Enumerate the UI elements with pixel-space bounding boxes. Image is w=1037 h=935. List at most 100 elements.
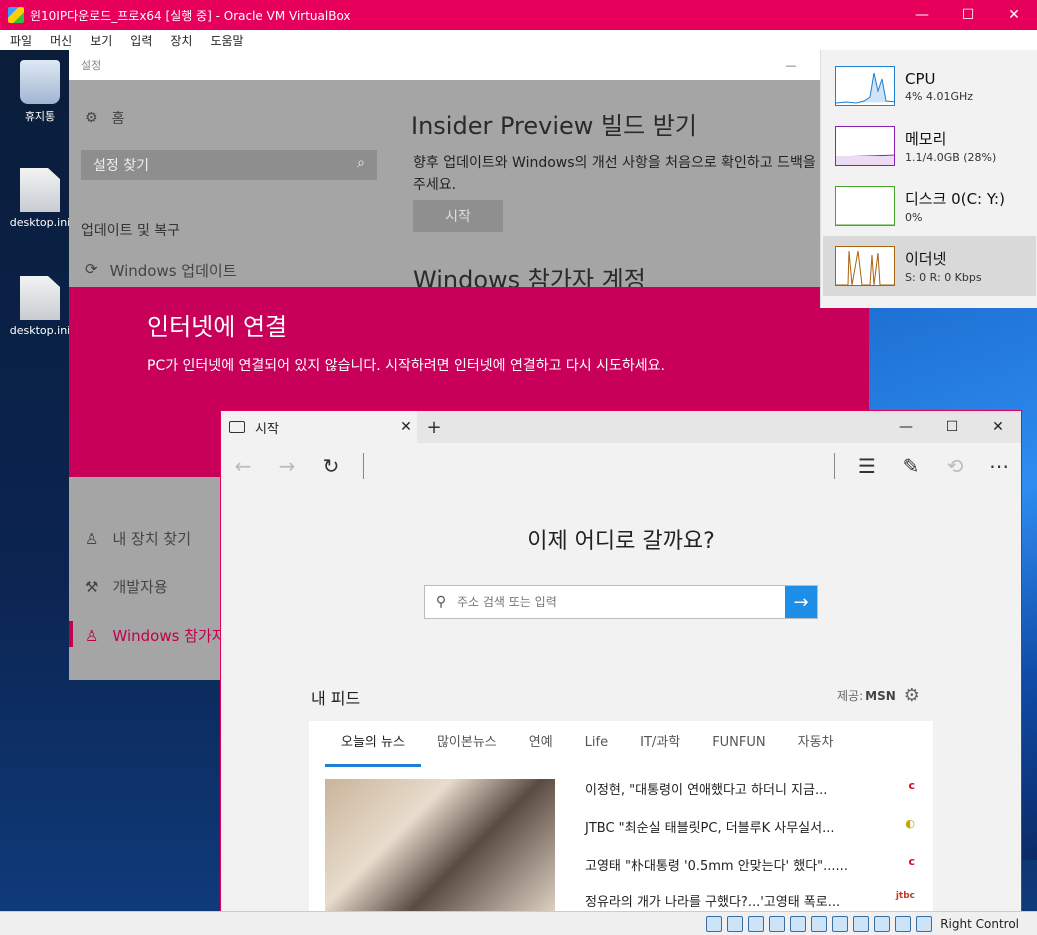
feed-settings-gear-icon[interactable]: ⚙ bbox=[904, 685, 920, 706]
go-arrow-button[interactable]: → bbox=[785, 586, 817, 618]
news-headline: 고영태 "朴대통령 '0.5mm 안맞는다' 했다"...... bbox=[585, 859, 848, 874]
forward-arrow-icon[interactable]: → bbox=[265, 443, 309, 489]
navbar-divider bbox=[363, 453, 364, 479]
mouse-integration-icon[interactable] bbox=[895, 915, 912, 932]
news-item[interactable]: JTBC "최순실 태블릿PC, 더블루K 사무실서... ◐ bbox=[585, 817, 915, 836]
edge-close-button[interactable]: ✕ bbox=[975, 411, 1021, 443]
news-item[interactable]: 이정현, "대통령이 연애했다고 하더니 지금... c bbox=[585, 779, 915, 798]
perf-name: CPU bbox=[905, 69, 936, 88]
recycle-bin-icon bbox=[20, 60, 60, 104]
perf-item-ethernet[interactable]: 이더넷 S: 0 R: 0 Kbps bbox=[823, 236, 1036, 296]
vbox-menubar: 파일 머신 보기 입력 장치 도움말 bbox=[0, 30, 1037, 50]
desktop-icon-recycle-bin[interactable]: 휴지통 bbox=[5, 60, 75, 124]
settings-home[interactable]: ⚙ 홈 bbox=[85, 108, 124, 128]
feed-tab-auto[interactable]: 자동차 bbox=[782, 721, 850, 767]
settings-minimize-button[interactable]: — bbox=[765, 59, 817, 72]
network-icon[interactable] bbox=[769, 915, 786, 932]
provider-name: MSN bbox=[865, 688, 896, 703]
nav-find-my-device[interactable]: ♙ 내 장치 찾기 bbox=[85, 528, 191, 549]
gear-file-icon bbox=[20, 168, 60, 212]
start-heading: 이제 어디로 갈까요? bbox=[527, 529, 715, 554]
usb-icon[interactable] bbox=[790, 915, 807, 932]
hard-disk-icon[interactable] bbox=[706, 915, 723, 932]
nav-windows-insider[interactable]: ♙ Windows 참가자 bbox=[69, 621, 226, 647]
desktop-icon-ini-1[interactable]: desktop.ini bbox=[5, 168, 75, 229]
selection-accent bbox=[69, 621, 73, 647]
menu-devices[interactable]: 장치 bbox=[160, 32, 200, 49]
edge-browser-window: 시작 ✕ + — ☐ ✕ ← → ↻ ☰ ✎ ⟲ ⋯ 이제 어디로 갈까요? ⚲… bbox=[220, 410, 1022, 911]
keyboard-capture-icon[interactable] bbox=[916, 915, 933, 932]
desktop-icon-label: desktop.ini bbox=[9, 216, 71, 229]
hub-icon[interactable]: ☰ bbox=[845, 443, 889, 489]
nav-for-developers[interactable]: ⚒ 개발자용 bbox=[85, 576, 168, 597]
news-item[interactable]: 정유라의 개가 나라를 구했다?...'고영태 폭로... jtbc bbox=[585, 891, 915, 910]
more-icon[interactable]: ⋯ bbox=[977, 443, 1021, 489]
desktop-icon-ini-2[interactable]: desktop.ini bbox=[5, 276, 75, 337]
optical-drive-icon[interactable] bbox=[727, 915, 744, 932]
memory-graph bbox=[835, 126, 895, 166]
provider-label: 제공: bbox=[837, 689, 864, 703]
menu-input[interactable]: 입력 bbox=[120, 32, 160, 49]
page-description: 향후 업데이트와 Windows의 개선 사항을 처음으로 확인하고 드백을 주… bbox=[413, 155, 816, 193]
vbox-titlebar: 윈10IP다운로드_프로x64 [실행 중] - Oracle VM Virtu… bbox=[0, 0, 1037, 30]
menu-help[interactable]: 도움말 bbox=[200, 32, 251, 49]
perf-item-disk[interactable]: 디스크 0(C: Y:) 0% bbox=[823, 176, 1036, 236]
desktop-icon-label: 휴지통 bbox=[24, 110, 56, 123]
ethernet-graph bbox=[835, 246, 895, 286]
feed-tab-popular[interactable]: 많이본뉴스 bbox=[421, 721, 513, 767]
edge-minimize-button[interactable]: — bbox=[883, 411, 929, 443]
refresh-icon[interactable]: ↻ bbox=[309, 443, 353, 489]
address-search-box[interactable]: ⚲ → bbox=[424, 585, 818, 619]
share-icon[interactable]: ⟲ bbox=[933, 443, 977, 489]
feed-tabs: 오늘의 뉴스 많이본뉴스 연예 Life IT/과학 FUNFUN 자동차 bbox=[325, 721, 850, 767]
perf-name: 메모리 bbox=[905, 130, 947, 148]
feed-tab-it-science[interactable]: IT/과학 bbox=[624, 721, 696, 767]
feed-tab-entertainment[interactable]: 연예 bbox=[513, 721, 569, 767]
feed-tab-funfun[interactable]: FUNFUN bbox=[696, 721, 781, 767]
window-title: 윈10IP다운로드_프로x64 [실행 중] - Oracle VM Virtu… bbox=[30, 8, 351, 23]
maximize-button[interactable]: ☐ bbox=[945, 0, 991, 30]
refresh-icon: ⟳ bbox=[85, 260, 98, 278]
disk-graph bbox=[835, 186, 895, 226]
gear-icon: ⚙ bbox=[85, 110, 98, 126]
news-item[interactable]: 고영태 "朴대통령 '0.5mm 안맞는다' 했다"...... c bbox=[585, 855, 915, 874]
perf-item-memory[interactable]: 메모리 1.1/4.0GB (28%) bbox=[823, 116, 1036, 176]
gear-file-icon bbox=[20, 276, 60, 320]
start-button[interactable]: 시작 bbox=[413, 200, 503, 232]
menu-machine[interactable]: 머신 bbox=[40, 32, 80, 49]
perf-value: 0% bbox=[905, 211, 923, 224]
cpu-icon[interactable] bbox=[874, 915, 891, 932]
browser-tab[interactable]: 시작 ✕ bbox=[221, 411, 417, 443]
news-headline: 이정현, "대통령이 연애했다고 하더니 지금... bbox=[585, 783, 828, 798]
video-capture-icon[interactable] bbox=[853, 915, 870, 932]
display-icon[interactable] bbox=[832, 915, 849, 932]
tab-page-icon bbox=[229, 421, 245, 433]
close-tab-icon[interactable]: ✕ bbox=[395, 419, 417, 435]
tab-title: 시작 bbox=[255, 421, 279, 437]
new-tab-button[interactable]: + bbox=[417, 417, 451, 438]
news-photo[interactable] bbox=[325, 779, 555, 911]
edge-maximize-button[interactable]: ☐ bbox=[929, 411, 975, 443]
settings-search-input[interactable]: 설정 찾기 ⌕ bbox=[81, 150, 377, 180]
menu-view[interactable]: 보기 bbox=[80, 32, 120, 49]
settings-section-heading: 업데이트 및 복구 bbox=[81, 223, 181, 239]
back-arrow-icon[interactable]: ← bbox=[221, 443, 265, 489]
feed-tab-life[interactable]: Life bbox=[569, 721, 624, 767]
audio-icon[interactable] bbox=[748, 915, 765, 932]
web-note-icon[interactable]: ✎ bbox=[889, 443, 933, 489]
menu-file[interactable]: 파일 bbox=[0, 32, 40, 49]
address-search-input[interactable] bbox=[457, 595, 785, 609]
perf-item-cpu[interactable]: CPU 4% 4.01GHz bbox=[823, 56, 1036, 116]
settings-titlebar: 설정 — ☐ bbox=[69, 50, 869, 80]
feed-tab-today[interactable]: 오늘의 뉴스 bbox=[325, 721, 421, 767]
perf-name: 디스크 0(C: Y:) bbox=[905, 190, 1005, 208]
host-key-label: Right Control bbox=[940, 916, 1019, 931]
desktop-icon-label: desktop.ini bbox=[9, 324, 71, 337]
search-icon: ⚲ bbox=[435, 594, 447, 610]
shared-folder-icon[interactable] bbox=[811, 915, 828, 932]
nav-windows-update[interactable]: ⟳ Windows 업데이트 bbox=[85, 260, 237, 281]
insider-icon: ♙ bbox=[85, 626, 99, 645]
minimize-button[interactable]: — bbox=[899, 0, 945, 30]
news-headline: 정유라의 개가 나라를 구했다?...'고영태 폭로... bbox=[585, 895, 841, 910]
close-button[interactable]: ✕ bbox=[991, 0, 1037, 30]
